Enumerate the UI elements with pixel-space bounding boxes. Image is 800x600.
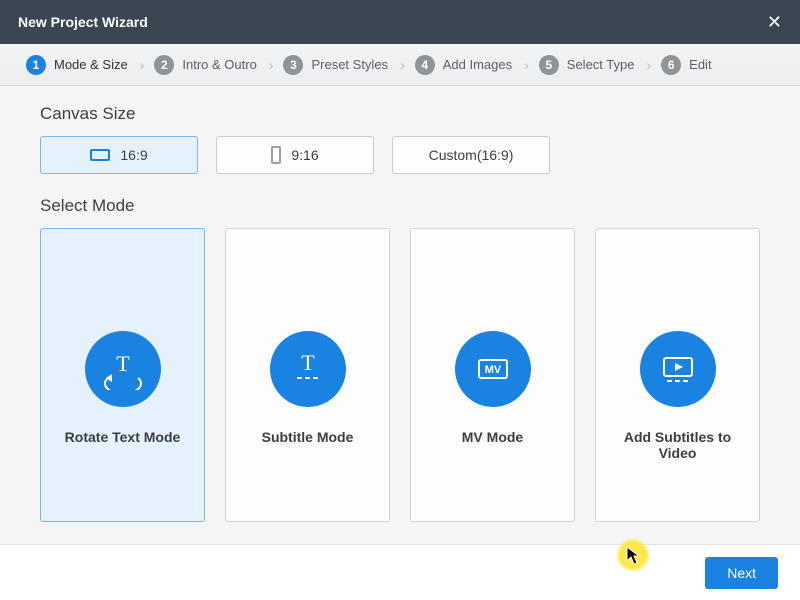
chevron-icon: ›: [140, 57, 145, 73]
video-subtitles-icon: [640, 331, 716, 407]
canvas-opt-label: 9:16: [291, 147, 318, 163]
subtitle-icon: T: [270, 331, 346, 407]
step-label: Select Type: [567, 57, 635, 72]
next-button[interactable]: Next: [705, 557, 778, 589]
step-label: Mode & Size: [54, 57, 128, 72]
mode-label: Subtitle Mode: [254, 429, 362, 445]
mode-label: Rotate Text Mode: [57, 429, 189, 445]
mode-title: Select Mode: [40, 196, 760, 216]
step-label: Intro & Outro: [182, 57, 256, 72]
step-intro-outro[interactable]: 2 Intro & Outro: [154, 55, 256, 75]
footer: Next: [0, 544, 800, 600]
canvas-title: Canvas Size: [40, 104, 760, 124]
mode-label: MV Mode: [454, 429, 531, 445]
svg-text:T: T: [301, 350, 315, 375]
step-preset-styles[interactable]: 3 Preset Styles: [283, 55, 388, 75]
step-label: Preset Styles: [311, 57, 388, 72]
svg-text:MV: MV: [484, 364, 501, 376]
canvas-opt-9-16[interactable]: 9:16: [216, 136, 374, 174]
title: New Project Wizard: [18, 14, 148, 30]
step-num: 1: [26, 55, 46, 75]
content: Canvas Size 16:9 9:16 Custom(16:9) Selec…: [0, 86, 800, 522]
aspect-wide-icon: [90, 149, 110, 161]
mv-icon: MV: [455, 331, 531, 407]
step-num: 2: [154, 55, 174, 75]
step-num: 6: [661, 55, 681, 75]
mode-options: T Rotate Text Mode T Subtitle Mode MV: [40, 228, 760, 522]
mode-mv[interactable]: MV MV Mode: [410, 228, 575, 522]
mode-label: Add Subtitles to Video: [596, 429, 759, 461]
mode-subtitle[interactable]: T Subtitle Mode: [225, 228, 390, 522]
canvas-opt-16-9[interactable]: 16:9: [40, 136, 198, 174]
step-label: Add Images: [443, 57, 512, 72]
step-select-type[interactable]: 5 Select Type: [539, 55, 635, 75]
canvas-opt-label: 16:9: [120, 147, 147, 163]
step-num: 4: [415, 55, 435, 75]
titlebar: New Project Wizard ✕: [0, 0, 800, 44]
step-edit[interactable]: 6 Edit: [661, 55, 711, 75]
aspect-tall-icon: [271, 146, 281, 164]
step-num: 3: [283, 55, 303, 75]
rotate-text-icon: T: [85, 331, 161, 407]
chevron-icon: ›: [524, 57, 529, 73]
canvas-opt-label: Custom(16:9): [429, 147, 514, 163]
mode-add-subtitles-video[interactable]: Add Subtitles to Video: [595, 228, 760, 522]
step-num: 5: [539, 55, 559, 75]
step-add-images[interactable]: 4 Add Images: [415, 55, 512, 75]
step-label: Edit: [689, 57, 711, 72]
svg-text:T: T: [116, 351, 130, 376]
chevron-icon: ›: [646, 57, 651, 73]
close-icon[interactable]: ✕: [767, 12, 782, 33]
chevron-icon: ›: [269, 57, 274, 73]
mode-rotate-text[interactable]: T Rotate Text Mode: [40, 228, 205, 522]
canvas-opt-custom[interactable]: Custom(16:9): [392, 136, 550, 174]
canvas-options: 16:9 9:16 Custom(16:9): [40, 136, 760, 174]
chevron-icon: ›: [400, 57, 405, 73]
step-mode-size[interactable]: 1 Mode & Size: [26, 55, 128, 75]
wizard-steps: 1 Mode & Size › 2 Intro & Outro › 3 Pres…: [0, 44, 800, 86]
